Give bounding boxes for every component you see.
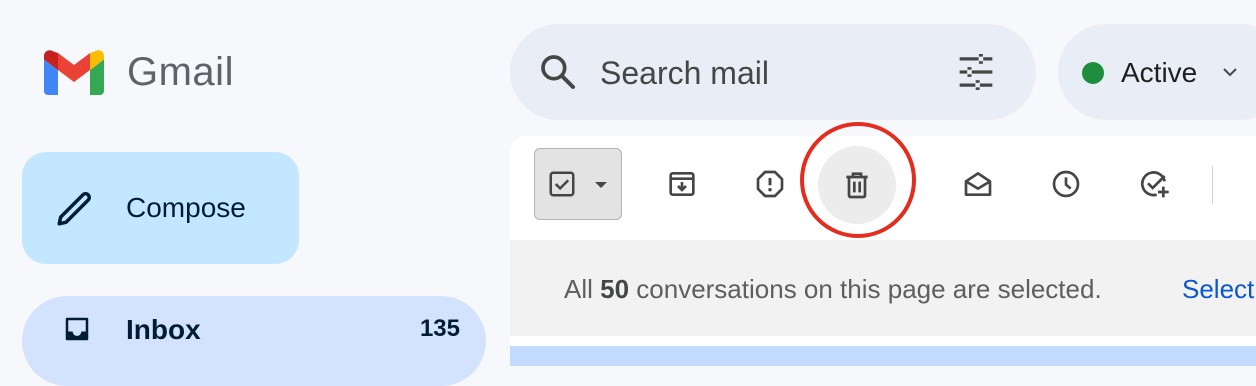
caret-down-icon[interactable]	[591, 175, 611, 195]
archive-button[interactable]	[662, 164, 702, 204]
selected-count: 50	[600, 274, 630, 304]
add-task-icon	[1140, 171, 1169, 198]
gmail-logo[interactable]: Gmail	[44, 50, 234, 95]
search-options-icon[interactable]	[956, 54, 996, 90]
gmail-logo-icon	[44, 50, 104, 95]
status-dropdown[interactable]: Active	[1058, 24, 1256, 120]
pencil-icon	[57, 192, 91, 226]
unread-count: 135	[419, 315, 460, 342]
archive-icon	[669, 172, 695, 196]
add-to-tasks-button[interactable]	[1134, 164, 1174, 204]
app-name: Gmail	[127, 50, 234, 94]
mail-list-panel: All 50 conversations on this page are se…	[510, 122, 1256, 366]
toolbar-divider	[1212, 166, 1213, 204]
report-spam-icon	[756, 170, 784, 198]
chevron-down-icon	[1223, 68, 1237, 77]
envelope-open-icon	[964, 172, 992, 196]
sidebar-item-inbox[interactable]: Inbox 135	[22, 296, 486, 386]
selection-banner: All 50 conversations on this page are se…	[510, 240, 1256, 336]
delete-button[interactable]	[818, 146, 896, 224]
selection-banner-text: All 50 conversations on this page are se…	[564, 274, 1102, 304]
report-spam-button[interactable]	[750, 164, 790, 204]
search-input[interactable]	[598, 46, 942, 100]
snooze-button[interactable]	[1046, 164, 1086, 204]
compose-label: Compose	[126, 192, 246, 223]
search-icon[interactable]	[538, 52, 578, 92]
select-all-button[interactable]	[534, 148, 622, 220]
mark-as-read-button[interactable]	[958, 164, 998, 204]
active-status-dot	[1082, 62, 1104, 84]
search-bar[interactable]	[510, 24, 1036, 120]
status-label: Active	[1121, 57, 1198, 88]
checkbox-checked-icon[interactable]	[547, 169, 577, 199]
inbox-icon	[65, 317, 89, 341]
select-all-conversations-link[interactable]: Select	[1182, 274, 1254, 305]
clock-icon	[1052, 170, 1080, 198]
selected-conversation-row[interactable]	[510, 346, 1256, 366]
trash-icon	[846, 172, 868, 199]
compose-button[interactable]: Compose	[22, 152, 299, 264]
sidebar-item-label: Inbox	[126, 314, 201, 345]
